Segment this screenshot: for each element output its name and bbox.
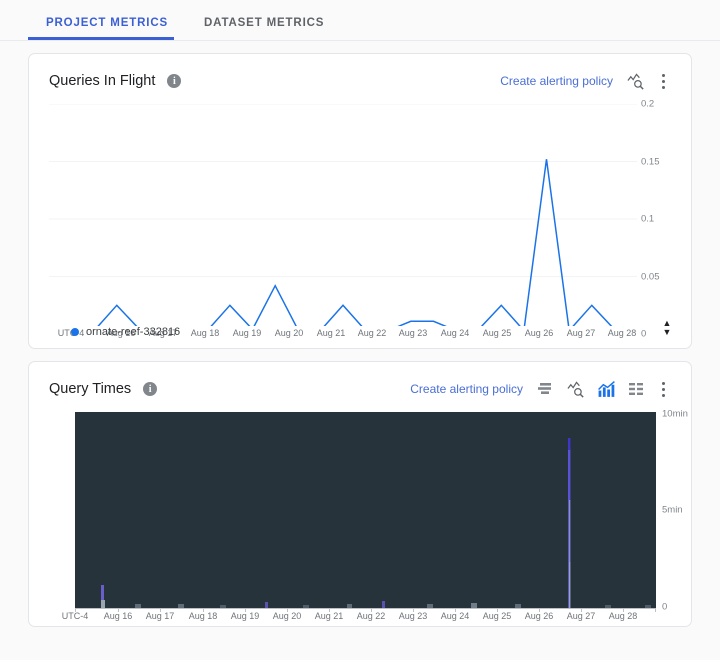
x-tick-label: Aug 18 [188,611,218,621]
x-tick-label: Aug 26 [524,328,554,338]
chart-query-times[interactable]: 0 5min 10min UTC-4 Aug 16 Aug 17 Aug 18 … [29,404,691,626]
page-title: Query Times [49,381,132,397]
x-tick-label: Aug 19 [230,611,260,621]
info-icon[interactable]: i [143,382,158,396]
x-axis-labels: UTC-4 Aug 16 Aug 17 Aug 18 Aug 19 Aug 20… [62,611,656,627]
x-tick-label: Aug 21 [314,611,344,621]
heatmap-view-icon[interactable] [531,374,561,404]
x-tick-label: Aug 25 [482,611,512,621]
card-header: Queries In Flight i Create alerting poli… [29,54,691,96]
chart-view-icon[interactable] [591,374,621,404]
card-header: Query Times i Create alerting policy [29,362,691,404]
create-alerting-policy-link[interactable]: Create alerting policy [410,382,523,396]
y-tick-label: 0.1 [641,213,655,225]
chevron-up-icon: ▲ [662,318,672,328]
active-tab-indicator [28,37,174,40]
legend-color-dot [71,328,79,336]
y-tick-label: 0 [662,601,668,613]
x-axis-line [75,608,656,612]
chart-queries-in-flight[interactable]: 0 0.05 0.1 0.15 0.2 UTC-4 Aug 16 Aug 17 … [29,96,691,348]
inspect-metric-icon[interactable] [621,66,651,96]
y-tick-label: 0 [641,328,647,340]
heatmap-plot-area[interactable] [75,412,656,608]
more-options-icon[interactable] [651,66,675,96]
y-tick-label: 5min [662,504,683,516]
x-tick-label: Aug 27 [566,611,596,621]
tab-dataset-metrics[interactable]: DATASET METRICS [186,17,342,40]
y-tick-label: 0.05 [641,271,660,282]
create-alerting-policy-link[interactable]: Create alerting policy [500,74,613,88]
y-tick-label: 0.2 [641,98,655,110]
x-tick-label: Aug 27 [566,328,596,338]
x-tick-label: Aug 28 [607,328,637,338]
x-tick-label: Aug 22 [357,328,387,338]
more-options-icon[interactable] [651,374,675,404]
page-title: Queries In Flight [49,73,156,89]
x-tick-label: Aug 20 [272,611,302,621]
card-queries-in-flight: Queries In Flight i Create alerting poli… [28,53,692,349]
y-tick-label: 10min [662,408,688,420]
x-tick-label: Aug 18 [190,328,220,338]
x-tick-label: Aug 23 [398,328,428,338]
card-query-times: Query Times i Create alerting policy 0 5… [28,361,692,627]
x-tick-label: UTC-4 [61,611,89,621]
x-tick-label: Aug 25 [482,328,512,338]
x-tick-label: Aug 28 [608,611,638,621]
x-tick-label: Aug 20 [274,328,304,338]
x-tick-label: Aug 21 [316,328,346,338]
y-tick-label: 0.15 [641,156,660,167]
x-tick-label: Aug 19 [232,328,262,338]
legend-label: ornate-reef-332816 [86,326,181,338]
x-tick-label: Aug 17 [145,611,175,621]
x-tick-label: Aug 23 [398,611,428,621]
x-tick-label: Aug 24 [440,611,470,621]
x-tick-label: Aug 26 [524,611,554,621]
line-plot-area[interactable] [49,104,637,326]
inspect-metric-icon[interactable] [561,374,591,404]
chevron-down-icon: ▼ [662,327,672,337]
legend-item[interactable]: ornate-reef-332816 [71,326,180,338]
expand-legend-button[interactable]: ▲ ▼ [655,314,679,342]
metrics-tab-bar: PROJECT METRICS DATASET METRICS [0,0,720,41]
table-view-icon[interactable] [621,374,651,404]
info-icon[interactable]: i [167,74,182,88]
x-tick-label: Aug 16 [103,611,133,621]
x-tick-label: Aug 22 [356,611,386,621]
x-tick-label: Aug 24 [440,328,470,338]
